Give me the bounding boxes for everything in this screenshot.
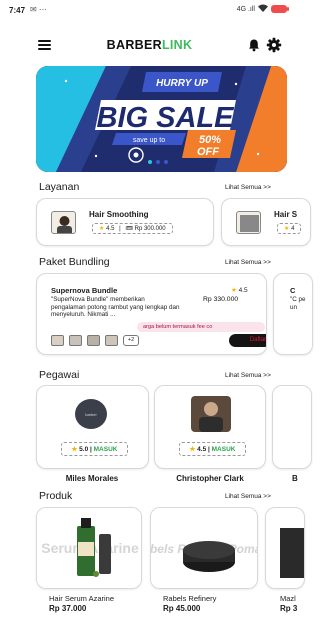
- gear-icon[interactable]: [266, 37, 282, 53]
- products-title: Produk: [39, 490, 73, 502]
- service-price: Rp 300.000: [134, 226, 166, 232]
- promo-banner-graphic: HURRY UP BIG SALE save up to 50% OFF: [36, 66, 287, 172]
- service-name: Hair S: [274, 210, 298, 219]
- wifi-icon: [258, 4, 268, 14]
- banner-headline: BIG SALE: [97, 102, 236, 134]
- signal-icon: 4G .ıll: [236, 5, 255, 13]
- bundle-name: Supernova Bundle: [51, 286, 118, 295]
- product-name: Rabels Refinery: [163, 594, 217, 603]
- service-thumbnail: [51, 211, 76, 234]
- staff-avatar: barber: [75, 399, 107, 429]
- staff-see-all-link[interactable]: Lihat Semua >>: [225, 372, 271, 379]
- notification-icons: ✉ ⋯: [30, 5, 47, 14]
- staff-rating-badge: ★ 4.5 | MASUK: [179, 442, 246, 456]
- service-info-badge: ★ 4: [277, 223, 302, 234]
- staff-rating-badge: ★ 5.0 | MASUK: [61, 442, 128, 456]
- services-title: Layanan: [39, 181, 80, 193]
- product-name: Mazl: [280, 594, 296, 603]
- bundle-fee-note: arga belum termasuk fee co: [137, 322, 265, 332]
- product-name: Hair Serum Azarine: [49, 594, 115, 603]
- product-card[interactable]: Serum Azarine: [36, 507, 142, 589]
- staff-name: Christopher Clark: [176, 474, 244, 483]
- battery-icon: [271, 5, 289, 13]
- product-price: Rp 3: [280, 604, 298, 613]
- banner-hurry-text: HURRY UP: [156, 78, 208, 89]
- bundle-item-thumb: [87, 335, 100, 346]
- staff-card[interactable]: [272, 385, 312, 469]
- app-bar: BARBERLINK: [0, 32, 299, 60]
- product-card[interactable]: Rabels Refinery Pomade: [150, 507, 258, 589]
- bundle-name: C: [290, 286, 296, 295]
- bundles-title: Paket Bundling: [39, 256, 110, 268]
- status-right: 4G .ıll: [236, 4, 289, 14]
- star-icon: ★: [99, 226, 105, 232]
- service-info-badge: ★ 4.5 | 🎟 Rp 300.000: [92, 223, 173, 234]
- register-button[interactable]: Daftar: [229, 334, 266, 347]
- service-thumbnail: [236, 211, 261, 234]
- services-see-all-link[interactable]: Lihat Semua >>: [225, 184, 271, 191]
- products-see-all-link[interactable]: Lihat Semua >>: [225, 493, 271, 500]
- product-image: Rabels Refinery Pomade: [151, 508, 257, 588]
- bundle-description: "C pe un: [290, 296, 306, 311]
- bundle-item-thumb: [51, 335, 64, 346]
- staff-name: B: [292, 474, 298, 483]
- bundle-rating: ★ 4.5: [231, 287, 248, 294]
- service-card[interactable]: Hair S ★ 4: [221, 198, 311, 246]
- bell-icon[interactable]: [247, 38, 261, 52]
- product-image: [280, 528, 304, 578]
- product-image: Serum Azarine: [37, 508, 141, 588]
- promo-banner[interactable]: HURRY UP BIG SALE save up to 50% OFF: [36, 66, 287, 172]
- svg-text:barber: barber: [85, 412, 97, 417]
- staff-name: Miles Morales: [65, 474, 119, 483]
- bundle-item-thumbnails: +2: [51, 335, 139, 346]
- bundles-see-all-link[interactable]: Lihat Semua >>: [225, 259, 271, 266]
- status-bar: 7:47 ✉ ⋯ 4G .ıll: [0, 0, 299, 20]
- bundle-card[interactable]: C "C pe un: [273, 273, 313, 355]
- bundle-item-thumb: [105, 335, 118, 346]
- staff-card[interactable]: barber ★ 5.0 | MASUK: [36, 385, 149, 469]
- bundle-description: "SuperNova Bundle" memberikan pengalaman…: [51, 296, 180, 318]
- service-name: Hair Smoothing: [89, 210, 149, 219]
- bundle-item-thumb: [69, 335, 82, 346]
- staff-avatar: [191, 396, 231, 432]
- product-price: Rp 37.000: [49, 604, 87, 613]
- bundle-card[interactable]: Supernova Bundle ★ 4.5 "SuperNova Bundle…: [36, 273, 267, 355]
- product-card[interactable]: [265, 507, 305, 589]
- service-rating: 4.5: [106, 226, 115, 232]
- status-time: 7:47: [9, 6, 26, 15]
- banner-off: OFF: [197, 146, 219, 158]
- banner-percent: 50%: [199, 134, 221, 146]
- ticket-icon: 🎟: [125, 226, 133, 232]
- service-card[interactable]: Hair Smoothing ★ 4.5 | 🎟 Rp 300.000: [36, 198, 214, 246]
- staff-title: Pegawai: [39, 369, 80, 381]
- staff-card[interactable]: ★ 4.5 | MASUK: [154, 385, 266, 469]
- product-price: Rp 45.000: [163, 604, 201, 613]
- banner-save-text: save up to: [133, 137, 165, 144]
- bundle-more-count: +2: [123, 335, 139, 346]
- bundle-price: Rp 330.000: [203, 296, 239, 303]
